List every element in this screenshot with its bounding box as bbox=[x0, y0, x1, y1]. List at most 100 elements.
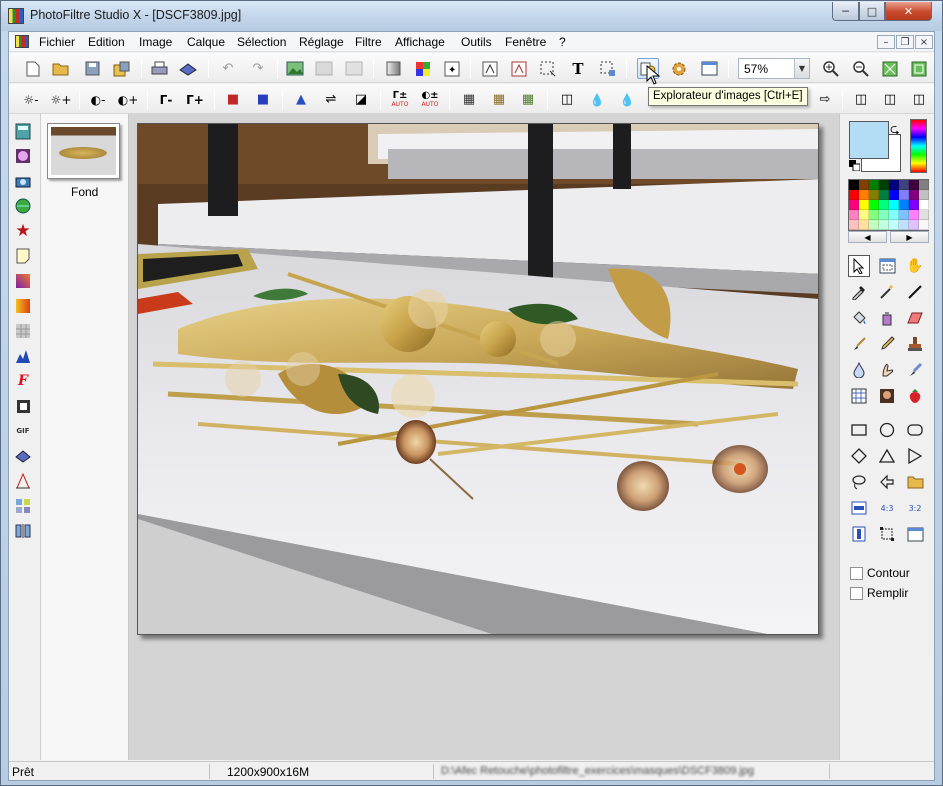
zoom-in-icon[interactable] bbox=[819, 58, 841, 79]
note-icon[interactable] bbox=[14, 247, 32, 265]
camera-icon[interactable] bbox=[14, 172, 32, 190]
eyedropper-icon[interactable] bbox=[848, 281, 870, 303]
pattern-icon[interactable] bbox=[14, 322, 32, 340]
magic-wand-icon[interactable] bbox=[876, 281, 898, 303]
maximize-button[interactable]: □ bbox=[859, 2, 885, 21]
palette-swatch[interactable] bbox=[859, 180, 869, 190]
palette-swatch[interactable] bbox=[899, 190, 909, 200]
color-balance-icon[interactable]: ⇌ bbox=[320, 89, 342, 110]
palette-swatch[interactable] bbox=[859, 210, 869, 220]
hue-slider[interactable] bbox=[910, 119, 927, 173]
rectangle-icon[interactable] bbox=[848, 419, 870, 441]
folder-open-icon[interactable] bbox=[904, 471, 926, 493]
menu-outils[interactable]: Outils bbox=[461, 35, 492, 49]
mdi-minimize-button[interactable]: – bbox=[877, 35, 895, 49]
text-icon[interactable]: T bbox=[567, 58, 589, 79]
palette-swatch[interactable] bbox=[859, 220, 869, 230]
palette-swatch[interactable] bbox=[849, 220, 859, 230]
levels-icon[interactable]: ▲ bbox=[290, 89, 312, 110]
line-icon[interactable] bbox=[904, 281, 926, 303]
zoom-select[interactable]: 57% ▼ bbox=[738, 58, 810, 79]
mdi-close-button[interactable]: × bbox=[915, 35, 933, 49]
menu-fichier[interactable]: Fichier bbox=[39, 35, 75, 49]
save-icon[interactable] bbox=[81, 58, 103, 79]
zoom-out-icon[interactable] bbox=[849, 58, 871, 79]
mosaic-3-icon[interactable]: ▦ bbox=[517, 89, 539, 110]
color-palette[interactable] bbox=[848, 179, 929, 231]
palette-swatch[interactable] bbox=[919, 200, 929, 210]
palette-swatch[interactable] bbox=[889, 200, 899, 210]
star-icon[interactable]: ★ bbox=[14, 221, 32, 241]
image-dup-icon[interactable] bbox=[313, 58, 335, 79]
palette-swatch[interactable] bbox=[889, 180, 899, 190]
strawberry-icon[interactable] bbox=[904, 385, 926, 407]
crop-selection-icon[interactable] bbox=[597, 58, 619, 79]
gear-icon[interactable] bbox=[668, 58, 690, 79]
palette-swatch[interactable] bbox=[899, 210, 909, 220]
remplir-checkbox[interactable] bbox=[850, 587, 863, 600]
ellipse-icon[interactable] bbox=[876, 419, 898, 441]
palette-swatch[interactable] bbox=[889, 210, 899, 220]
lasso-icon[interactable] bbox=[848, 471, 870, 493]
mosaic-2-icon[interactable]: ▦ bbox=[488, 89, 510, 110]
flip-vertical-icon[interactable]: ◫ bbox=[879, 89, 901, 110]
mosaic-icon[interactable]: ▦ bbox=[458, 89, 480, 110]
crop-icon[interactable] bbox=[876, 523, 898, 545]
flip-horizontal-icon[interactable]: ◫ bbox=[850, 89, 872, 110]
menu-edition[interactable]: Edition bbox=[88, 35, 125, 49]
palette-swatch[interactable] bbox=[879, 180, 889, 190]
palette-swatch[interactable] bbox=[869, 190, 879, 200]
palette-swatch[interactable] bbox=[899, 200, 909, 210]
auto-levels-icon[interactable]: Γ± AUTO bbox=[389, 89, 411, 110]
perspective-icon[interactable] bbox=[14, 472, 32, 490]
palette-swatch[interactable] bbox=[879, 210, 889, 220]
palette-swatch[interactable] bbox=[879, 200, 889, 210]
gradient-icon[interactable] bbox=[382, 58, 404, 79]
finger-icon[interactable] bbox=[876, 359, 898, 381]
image-canvas[interactable] bbox=[137, 123, 819, 635]
mdi-restore-button[interactable]: ❐ bbox=[896, 35, 914, 49]
menu-help[interactable]: ? bbox=[559, 35, 566, 49]
fill-icon[interactable] bbox=[848, 307, 870, 329]
effect-icon[interactable]: ⇨ bbox=[814, 89, 836, 110]
save-as-icon[interactable] bbox=[110, 58, 132, 79]
selection-window-icon[interactable] bbox=[876, 255, 898, 277]
auto-contrast-icon[interactable]: ◐± AUTO bbox=[419, 89, 441, 110]
document-icon[interactable] bbox=[15, 35, 29, 48]
scan-icon[interactable] bbox=[177, 58, 199, 79]
palette-swatch[interactable] bbox=[869, 220, 879, 230]
pencil-icon[interactable] bbox=[876, 333, 898, 355]
palette-swatch[interactable] bbox=[899, 220, 909, 230]
palette-swatch[interactable] bbox=[869, 210, 879, 220]
palette-swatch[interactable] bbox=[919, 220, 929, 230]
pointer-icon[interactable] bbox=[848, 255, 870, 277]
reset-colors-icon[interactable] bbox=[849, 160, 860, 171]
palette-swatch[interactable] bbox=[849, 180, 859, 190]
menu-fenetre[interactable]: Fenêtre bbox=[505, 35, 546, 49]
palette-swatch[interactable] bbox=[859, 190, 869, 200]
ratio-icon[interactable] bbox=[848, 497, 870, 519]
palette-swatch[interactable] bbox=[849, 190, 859, 200]
palette-swatch[interactable] bbox=[919, 210, 929, 220]
font-icon[interactable]: F bbox=[14, 372, 32, 390]
selection-icon[interactable] bbox=[537, 58, 559, 79]
window-icon[interactable] bbox=[904, 523, 926, 545]
layer-name[interactable]: Fond bbox=[71, 185, 98, 199]
new-icon[interactable] bbox=[22, 58, 44, 79]
grid-icon[interactable] bbox=[848, 385, 870, 407]
sharpen-icon[interactable]: ◫ bbox=[556, 89, 578, 110]
image-paste-icon[interactable] bbox=[343, 58, 365, 79]
print-icon[interactable] bbox=[148, 58, 170, 79]
blur-icon[interactable]: 💧 bbox=[586, 89, 608, 110]
palette-swatch[interactable] bbox=[889, 220, 899, 230]
swap-colors-icon[interactable]: ⮎ bbox=[890, 120, 900, 141]
palette-swatch[interactable] bbox=[889, 190, 899, 200]
portrait-icon[interactable] bbox=[876, 385, 898, 407]
title-bar[interactable]: PhotoFiltre Studio X - [DSCF3809.jpg] ─ … bbox=[1, 1, 942, 31]
palette-swatch[interactable] bbox=[849, 200, 859, 210]
split-icon[interactable] bbox=[14, 522, 32, 540]
close-button[interactable]: ✕ bbox=[885, 2, 932, 21]
contrast-plus-icon[interactable]: ◐+ bbox=[117, 89, 139, 110]
palette-swatch[interactable] bbox=[909, 200, 919, 210]
minimize-button[interactable]: ─ bbox=[832, 2, 859, 21]
